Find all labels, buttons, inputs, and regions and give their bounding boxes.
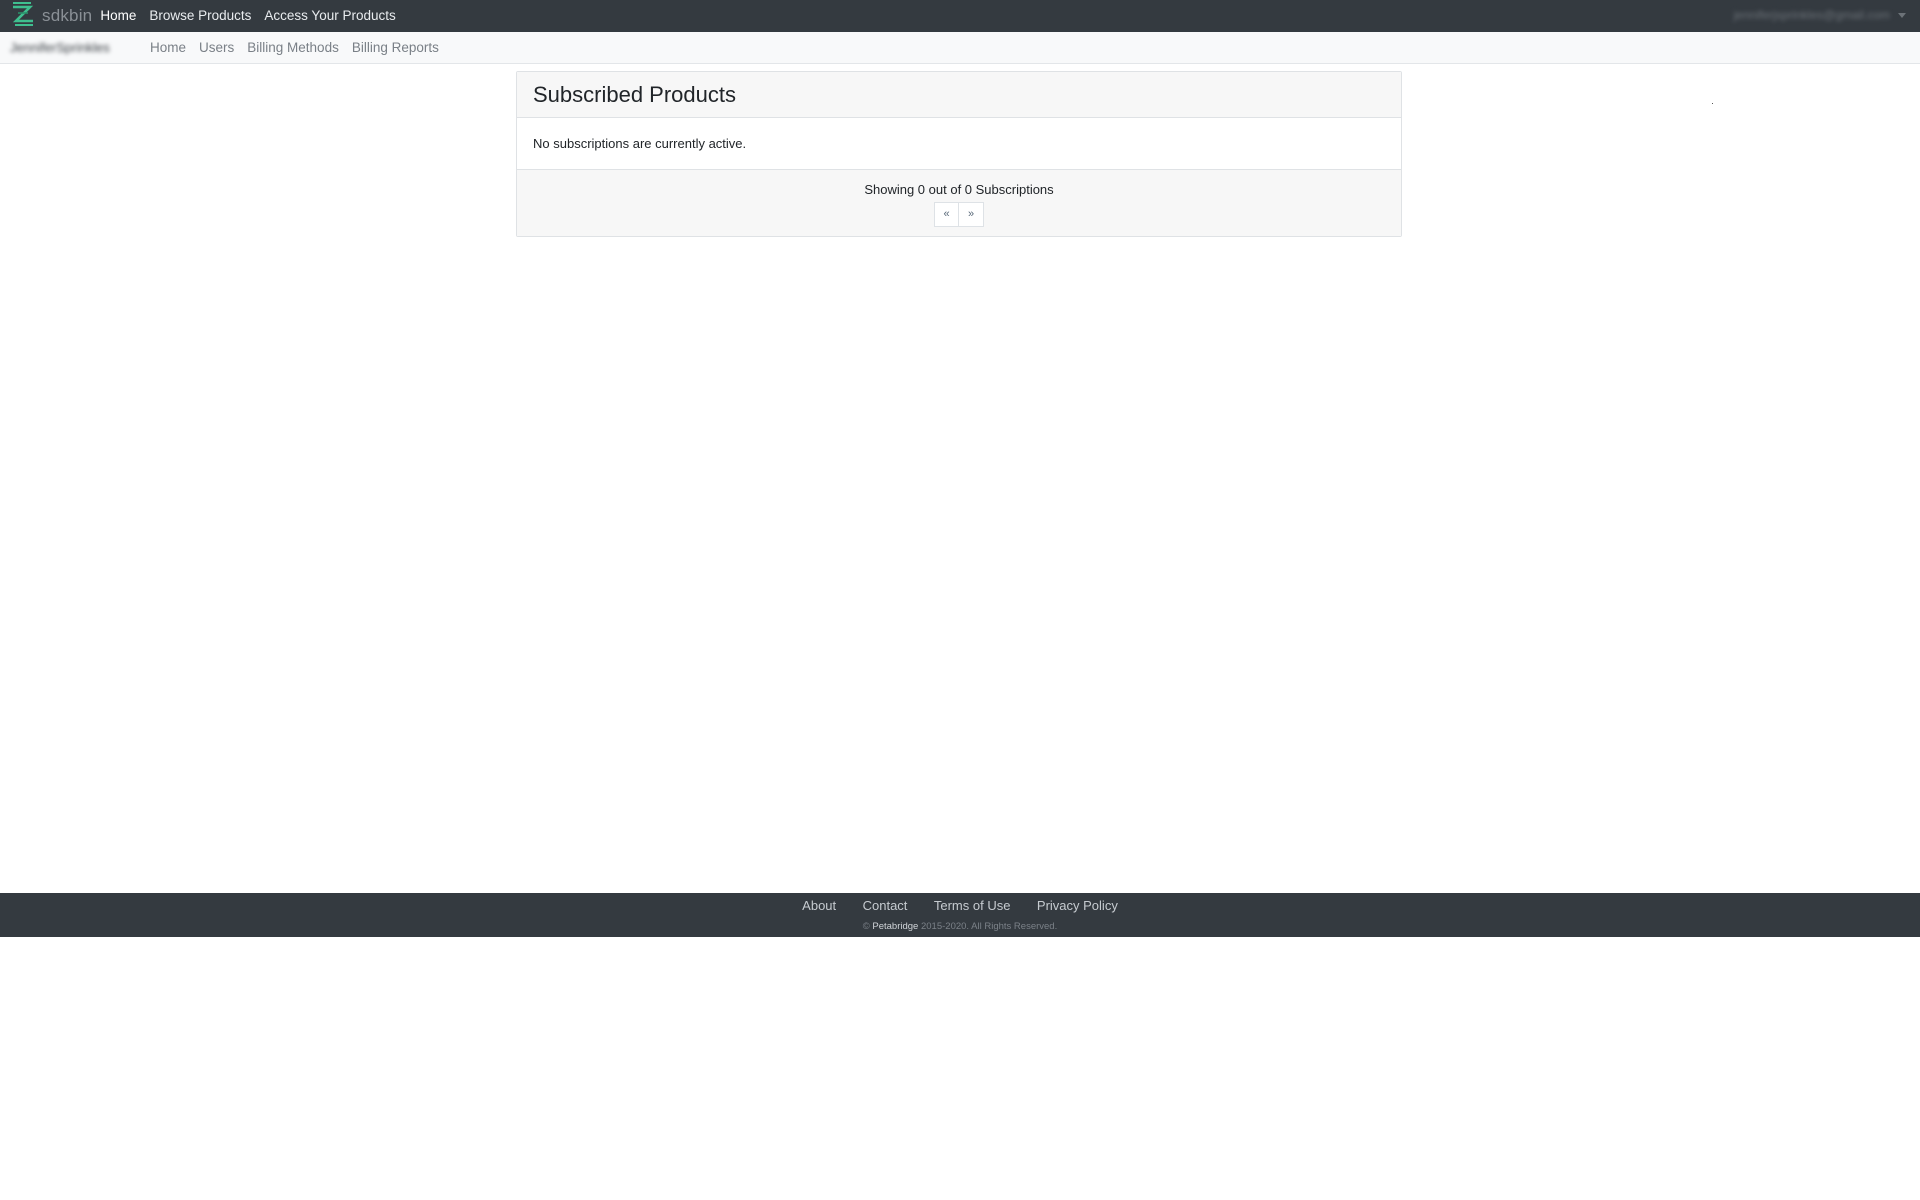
- footer-links: About Contact Terms of Use Privacy Polic…: [0, 893, 1920, 915]
- footer-terms-link[interactable]: Terms of Use: [934, 898, 1011, 913]
- nav-browse-products-link[interactable]: Browse Products: [149, 0, 251, 32]
- subscriptions-card: Subscribed Products No subscriptions are…: [516, 71, 1402, 237]
- stray-dot: [1712, 103, 1713, 104]
- next-page-button[interactable]: »: [959, 202, 984, 227]
- nav-access-products-link[interactable]: Access Your Products: [264, 0, 395, 32]
- account-name[interactable]: JenniferSprinkles: [10, 40, 138, 55]
- page-title: Subscribed Products: [533, 81, 736, 107]
- copyright-text: 2015-2020. All Rights Reserved.: [920, 921, 1058, 932]
- footer-about-link[interactable]: About: [802, 898, 836, 913]
- card-header: Subscribed Products: [517, 72, 1401, 118]
- nav-home-link[interactable]: Home: [100, 0, 136, 32]
- account-nav: Home Users Billing Methods Billing Repor…: [150, 40, 452, 55]
- subnav-users-link[interactable]: Users: [199, 40, 234, 55]
- sdkbin-logo-icon: [10, 1, 36, 32]
- main-nav: Home Browse Products Access Your Product…: [100, 0, 408, 32]
- user-menu[interactable]: jenniferjsprinkles@gmail.com: [1734, 8, 1906, 22]
- user-email: jenniferjsprinkles@gmail.com: [1733, 8, 1890, 22]
- subnav-home-link[interactable]: Home: [150, 40, 186, 55]
- empty-message: No subscriptions are currently active.: [533, 136, 747, 151]
- card-footer: Showing 0 out of 0 Subscriptions « »: [517, 170, 1401, 236]
- copyright-symbol: ©: [862, 921, 870, 932]
- footer-contact-link[interactable]: Contact: [863, 898, 908, 913]
- chevron-down-icon: [1898, 12, 1906, 18]
- card-body: No subscriptions are currently active.: [517, 118, 1401, 170]
- footer-privacy-link[interactable]: Privacy Policy: [1037, 898, 1118, 913]
- top-navbar: sdkbin Home Browse Products Access Your …: [0, 0, 1920, 32]
- subnav-billing-methods-link[interactable]: Billing Methods: [247, 40, 339, 55]
- subnav-billing-reports-link[interactable]: Billing Reports: [352, 40, 439, 55]
- pagination: « »: [934, 202, 984, 227]
- brand-name: sdkbin: [42, 6, 93, 25]
- previous-page-button[interactable]: «: [934, 202, 959, 227]
- company-name: Petabridge: [872, 921, 919, 932]
- brand[interactable]: sdkbin: [10, 0, 92, 32]
- pagination-summary: Showing 0 out of 0 Subscriptions: [864, 182, 1054, 197]
- account-navbar: JenniferSprinkles Home Users Billing Met…: [0, 32, 1920, 64]
- copyright: © Petabridge 2015-2020. All Rights Reser…: [0, 921, 1920, 932]
- page-footer: About Contact Terms of Use Privacy Polic…: [0, 893, 1920, 937]
